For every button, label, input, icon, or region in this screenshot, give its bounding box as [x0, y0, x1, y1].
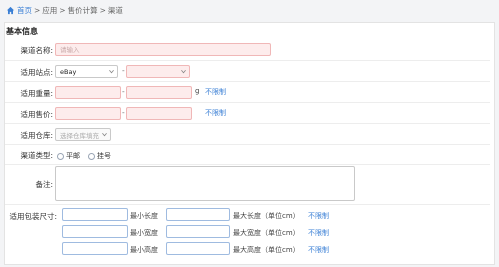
- breadcrumb-separator: >: [34, 5, 41, 15]
- breadcrumb-separator: >: [59, 5, 66, 15]
- price-dash: -: [122, 108, 125, 117]
- warehouse-select-placeholder: 选择仓库填充: [60, 131, 99, 140]
- min-length-input[interactable]: [62, 208, 128, 221]
- weight-unit: g: [195, 87, 200, 95]
- weight-min-input[interactable]: [55, 86, 121, 99]
- breadcrumb-app[interactable]: 应用: [42, 5, 57, 16]
- radio-registered-mail[interactable]: 挂号: [88, 151, 111, 161]
- chevron-down-icon: [102, 132, 107, 137]
- radio-circle[interactable]: [88, 152, 95, 160]
- site-select[interactable]: eBay: [55, 65, 118, 78]
- radio-registered-mail-label: 挂号: [97, 152, 111, 160]
- price-min-input[interactable]: [55, 107, 121, 120]
- warehouse-label: 适用仓库:: [20, 131, 53, 140]
- breadcrumb-home[interactable]: 首页: [6, 5, 32, 16]
- radio-flat-mail[interactable]: 平邮: [57, 151, 80, 161]
- package-size-label: 适用包装尺寸:: [9, 212, 57, 221]
- length-unlimited-link[interactable]: 不限制: [308, 211, 329, 221]
- price-label: 适用售价:: [20, 110, 53, 119]
- row-warehouse: 适用仓库: 选择仓库填充: [5, 124, 490, 145]
- site-select-value: eBay: [60, 67, 77, 76]
- max-length-input[interactable]: [166, 208, 230, 221]
- weight-unlimited-link[interactable]: 不限制: [205, 87, 226, 97]
- row-weight: 适用重量: - g 不限制: [5, 82, 490, 103]
- breadcrumb-pricing[interactable]: 售价计算: [68, 5, 98, 16]
- row-remark: 备注:: [5, 165, 490, 205]
- home-icon: [6, 6, 15, 14]
- price-max-input[interactable]: [126, 107, 192, 120]
- max-height-input[interactable]: [166, 242, 230, 255]
- radio-flat-mail-label: 平邮: [66, 152, 80, 160]
- max-height-label: 最大高度（单位cm）: [233, 246, 300, 254]
- breadcrumb-home-label: 首页: [17, 5, 32, 15]
- warehouse-select[interactable]: 选择仓库填充: [55, 128, 111, 141]
- remark-textarea[interactable]: [55, 166, 355, 201]
- width-unlimited-link[interactable]: 不限制: [308, 228, 329, 238]
- min-width-label: 最小宽度: [130, 229, 158, 237]
- radio-circle[interactable]: [57, 152, 64, 160]
- chevron-down-icon: [181, 69, 186, 74]
- channel-name-label: 渠道名称:: [20, 46, 53, 55]
- site-sub-select[interactable]: [126, 65, 190, 78]
- max-width-label: 最大宽度（单位cm）: [233, 229, 300, 237]
- row-channel-type: 渠道类型: 平邮 挂号: [5, 145, 490, 165]
- site-label: 适用站点:: [20, 68, 53, 77]
- weight-label: 适用重量:: [20, 89, 53, 98]
- breadcrumb: 首页 > 应用 > 售价计算 > 渠道: [6, 5, 123, 15]
- row-site: 适用站点: eBay -: [5, 61, 490, 82]
- channel-name-input[interactable]: [55, 43, 271, 56]
- min-length-label: 最小长度: [130, 212, 158, 220]
- weight-max-input[interactable]: [126, 86, 192, 99]
- remark-label: 备注:: [35, 180, 53, 189]
- site-dash: -: [122, 66, 125, 75]
- section-title: 基本信息: [6, 27, 38, 36]
- weight-dash: -: [122, 87, 125, 96]
- row-price: 适用售价: - 不限制: [5, 103, 490, 124]
- breadcrumb-channel: 渠道: [107, 5, 123, 15]
- chevron-down-icon: [109, 69, 114, 74]
- height-unlimited-link[interactable]: 不限制: [308, 245, 329, 255]
- price-unlimited-link[interactable]: 不限制: [205, 108, 226, 118]
- max-length-label: 最大长度（单位cm）: [233, 212, 300, 220]
- min-height-label: 最小高度: [130, 246, 158, 254]
- channel-type-label: 渠道类型:: [20, 151, 53, 160]
- breadcrumb-separator: >: [99, 5, 106, 15]
- min-width-input[interactable]: [62, 225, 128, 238]
- row-channel-name: 渠道名称:: [5, 39, 490, 61]
- min-height-input[interactable]: [62, 242, 128, 255]
- max-width-input[interactable]: [166, 225, 230, 238]
- row-package-size: 适用包装尺寸: 最小长度 最大长度（单位cm） 不限制 最小宽度 最大宽度（单位…: [5, 205, 490, 261]
